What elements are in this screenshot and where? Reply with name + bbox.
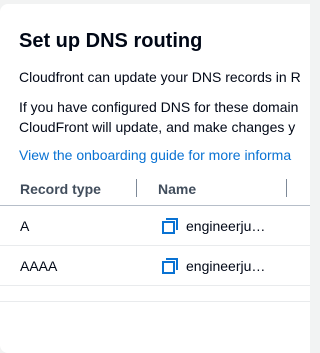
dns-records-table: Record type Name A engineerjunkie.com AA… [0,175,310,286]
description-paragraph-2-line-1: If you have configured DNS for these dom… [19,99,299,115]
record-name-cell: engineerjunkie.com [186,258,270,274]
record-name-cell: engineerjunkie.com [186,218,270,234]
footer-divider [0,301,310,302]
copy-icon[interactable] [162,218,178,234]
onboarding-guide-link[interactable]: View the onboarding guide for more infor… [19,145,291,165]
description-paragraph-1: Cloudfront can update your DNS records i… [19,69,301,85]
copy-icon[interactable] [162,258,178,274]
table-header: Record type Name [0,175,310,206]
column-header-name[interactable]: Name [158,180,196,198]
record-type-cell: AAAA [20,258,58,274]
description-paragraph-2-line-2: CloudFront will update, and make changes… [19,119,296,135]
column-header-record-type[interactable]: Record type [20,180,101,198]
column-resize-handle[interactable] [286,179,287,197]
table-row: AAAA engineerjunkie.com [0,246,310,286]
dns-routing-modal: Set up DNS routing Cloudfront can update… [0,4,310,353]
table-row: A engineerjunkie.com [0,206,310,246]
modal-title: Set up DNS routing [19,30,203,52]
column-resize-handle[interactable] [136,179,137,197]
record-type-cell: A [20,218,30,234]
